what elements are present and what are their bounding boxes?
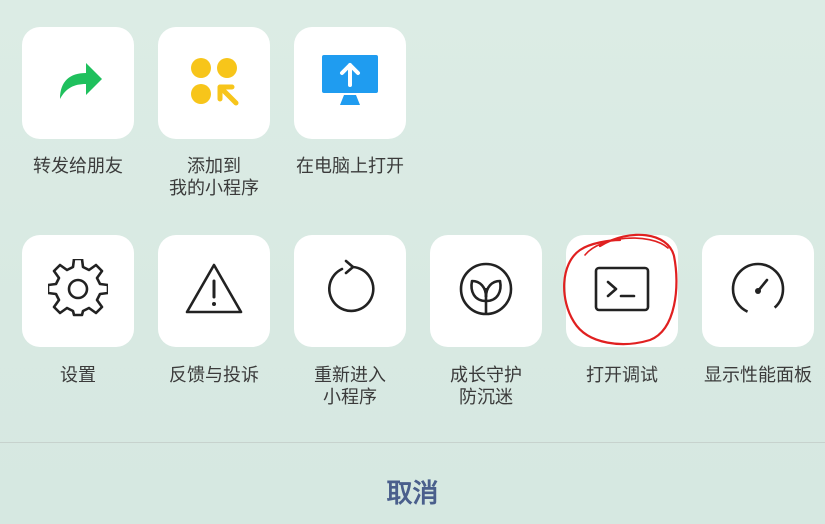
growth-guard-label: 成长守护 防沉迷	[450, 365, 522, 408]
growth-guard-button[interactable]	[430, 235, 542, 347]
open-debug-label: 打开调试	[586, 365, 658, 386]
feedback-and-complaint-button[interactable]	[158, 235, 270, 347]
add-to-my-miniprogram-label: 添加到 我的小程序	[169, 156, 259, 199]
feedback-and-complaint-label: 反馈与投诉	[169, 365, 259, 386]
show-performance-panel-label: 显示性能面板	[704, 365, 812, 386]
gauge-icon	[729, 260, 787, 322]
settings-label: 设置	[60, 365, 96, 386]
add-miniprogram-icon	[186, 53, 242, 113]
cancel-button[interactable]: 取消	[0, 474, 825, 514]
gear-icon	[46, 257, 110, 323]
share-to-friend-button[interactable]	[22, 27, 134, 139]
reenter-miniprogram-label: 重新进入 小程序	[314, 365, 386, 408]
show-performance-panel-button[interactable]	[702, 235, 814, 347]
share-to-friend-label: 转发给朋友	[33, 156, 123, 177]
reenter-miniprogram-button[interactable]	[294, 235, 406, 347]
open-on-computer-button[interactable]	[294, 27, 406, 139]
open-on-computer-label: 在电脑上打开	[296, 156, 404, 177]
open-debug-button[interactable]	[566, 235, 678, 347]
divider	[0, 442, 825, 443]
warning-icon	[184, 261, 244, 321]
share-arrow-icon	[50, 53, 106, 113]
open-on-computer-icon	[322, 53, 378, 113]
terminal-icon	[594, 265, 650, 317]
add-to-my-miniprogram-button[interactable]	[158, 27, 270, 139]
refresh-icon	[320, 259, 380, 323]
sprout-icon	[458, 261, 514, 321]
settings-button[interactable]	[22, 235, 134, 347]
